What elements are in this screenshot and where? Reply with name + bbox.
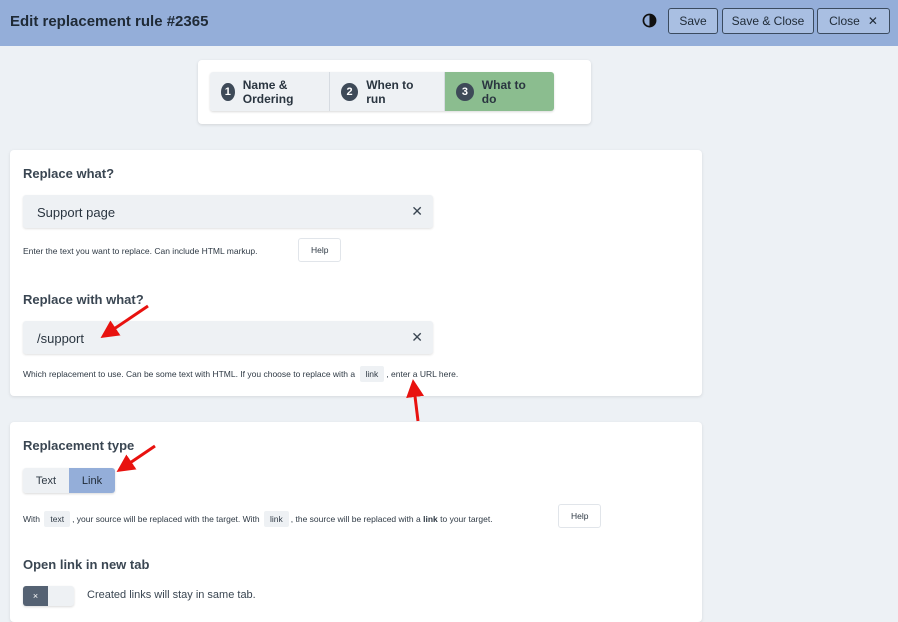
- arrow-to-link-option: [116, 444, 156, 473]
- annotation-arrows: [100, 304, 425, 473]
- arrow-to-link-chip: [406, 379, 425, 422]
- arrow-to-value: [100, 304, 149, 339]
